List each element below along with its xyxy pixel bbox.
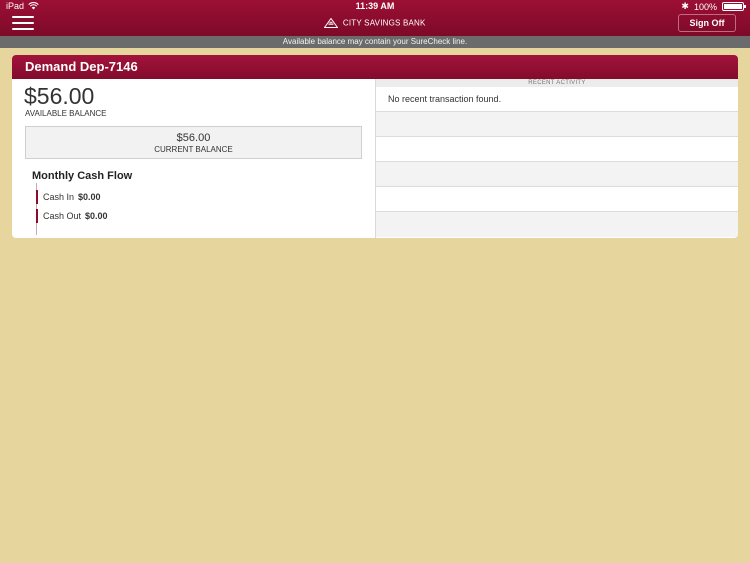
cash-in-value: $0.00: [78, 192, 101, 202]
current-balance-box: $56.00 CURRENT BALANCE: [25, 126, 362, 159]
surecheck-notice: Available balance may contain your SureC…: [0, 36, 750, 48]
list-item: [376, 162, 738, 187]
list-item: [376, 137, 738, 162]
list-item: [376, 112, 738, 137]
top-navigation-bar: iPad 11:39 AM ✱ 100% CITY SAVINGS BANK S…: [0, 0, 750, 36]
available-balance-label: AVAILABLE BALANCE: [25, 109, 107, 118]
account-title: Demand Dep-7146: [12, 55, 738, 79]
bank-logo: CITY SAVINGS BANK: [0, 18, 750, 28]
cash-in-row: Cash In $0.00: [36, 190, 101, 204]
balance-section: $56.00 AVAILABLE BALANCE $56.00 CURRENT …: [12, 79, 375, 238]
cash-out-bar: [36, 209, 38, 223]
cash-out-value: $0.00: [85, 211, 108, 221]
cash-out-label: Cash Out: [43, 211, 82, 221]
status-time: 11:39 AM: [355, 1, 395, 11]
menu-line: [12, 28, 34, 30]
list-item: [376, 187, 738, 212]
bank-name: CITY SAVINGS BANK: [342, 18, 426, 28]
battery-percentage: 100%: [693, 1, 717, 12]
list-item: [376, 212, 738, 237]
cash-in-label: Cash In: [43, 192, 75, 202]
cash-in-bar: [36, 190, 38, 204]
battery-icon: [722, 2, 746, 11]
status-right: ✱ 100%: [681, 1, 746, 12]
recent-activity-section: RECENT ACTIVITY No recent transaction fo…: [375, 79, 738, 238]
current-balance-label: CURRENT BALANCE: [154, 145, 233, 154]
monthly-cash-flow-title: Monthly Cash Flow: [32, 170, 133, 182]
recent-activity-empty-message: No recent transaction found.: [376, 87, 738, 112]
status-bar: iPad 11:39 AM ✱ 100%: [0, 0, 750, 12]
available-balance-amount: $56.00: [24, 83, 95, 109]
bluetooth-icon: ✱: [681, 1, 689, 11]
bank-logo-icon: [324, 18, 339, 28]
cash-out-row: Cash Out $0.00: [36, 209, 108, 223]
sign-off-button[interactable]: Sign Off: [678, 14, 736, 32]
account-panel: Demand Dep-7146 $56.00 AVAILABLE BALANCE…: [12, 55, 738, 238]
recent-activity-header: RECENT ACTIVITY: [376, 79, 738, 87]
current-balance-amount: $56.00: [176, 132, 211, 144]
